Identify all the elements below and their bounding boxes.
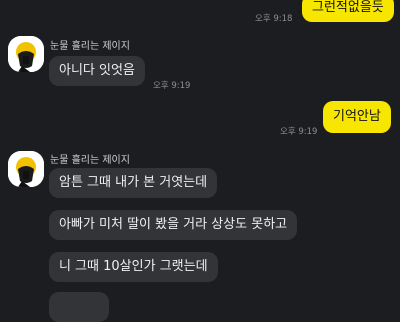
outgoing-message-bubble[interactable]: 기억안남 (323, 101, 391, 133)
incoming-message-bubble[interactable] (49, 292, 109, 322)
message-text: 아빠가 미처 딸이 봤을 거라 상상도 못하고 (59, 217, 288, 232)
crying-jay-z-avatar-icon[interactable] (8, 151, 44, 187)
incoming-message-bubble[interactable]: 니 그때 10살인가 그랫는데 (49, 252, 218, 282)
message-time: 오후 9:19 (280, 127, 318, 137)
message-text: 그런적없을듯 (312, 0, 384, 15)
message-time: 오후 9:19 (153, 81, 191, 91)
crying-jay-z-avatar-icon[interactable] (8, 36, 44, 72)
message-text: 아니다 잇엇음 (59, 63, 135, 78)
sender-name: 눈물 흘리는 제이지 (50, 41, 130, 52)
message-text: 니 그때 10살인가 그랫는데 (59, 259, 208, 274)
message-text: 암튼 그때 내가 본 거엿는데 (59, 175, 208, 190)
incoming-message-bubble[interactable]: 암튼 그때 내가 본 거엿는데 (49, 168, 218, 198)
sender-name: 눈물 흘리는 제이지 (50, 155, 130, 166)
chat-screen: { "messages": [ {"dir": "out", "text": "… (0, 0, 400, 322)
message-text: 기억안남 (333, 109, 381, 124)
incoming-message-bubble[interactable]: 아니다 잇엇음 (49, 56, 145, 86)
outgoing-message-bubble[interactable]: 그런적없을듯 (302, 0, 394, 22)
message-time: 오후 9:18 (255, 14, 293, 24)
incoming-message-bubble[interactable]: 아빠가 미처 딸이 봤을 거라 상상도 못하고 (49, 210, 298, 240)
